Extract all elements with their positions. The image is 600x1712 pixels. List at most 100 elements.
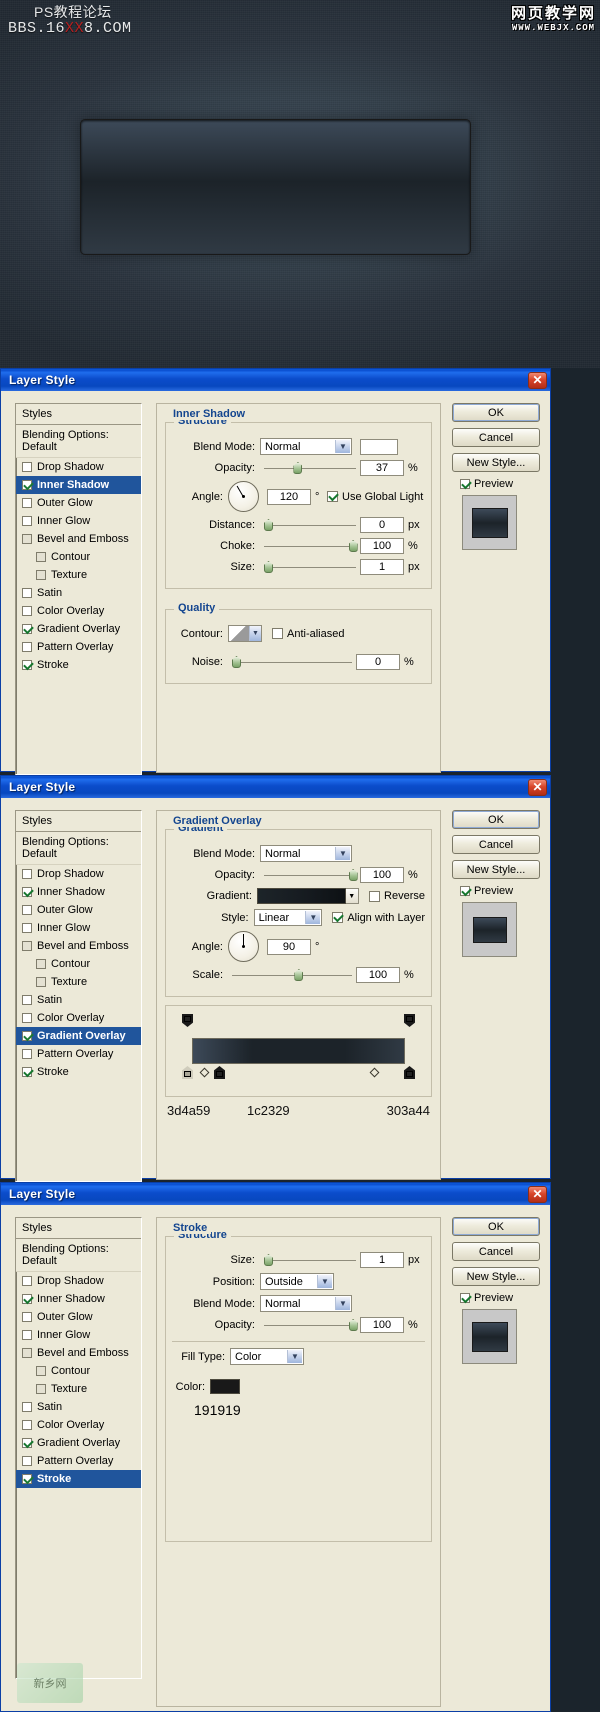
gradient-opacity-stop[interactable]	[404, 1014, 415, 1027]
cancel-button[interactable]: Cancel	[452, 428, 540, 447]
checkbox-icon[interactable]	[36, 552, 46, 562]
checkbox-icon[interactable]	[22, 660, 32, 670]
checkbox-icon[interactable]	[22, 1474, 32, 1484]
noise-input[interactable]: 0	[356, 654, 400, 670]
fill-type-select[interactable]: Color ▼	[230, 1348, 304, 1365]
opacity-slider[interactable]	[264, 462, 356, 474]
checkbox-icon[interactable]	[36, 1366, 46, 1376]
checkbox-icon[interactable]	[22, 1067, 32, 1077]
sidebar-item-satin[interactable]: Satin	[16, 584, 141, 602]
gradient-swatch[interactable]	[256, 888, 346, 904]
cancel-button[interactable]: Cancel	[452, 1242, 540, 1261]
chevron-down-icon[interactable]: ▼	[305, 911, 321, 924]
sidebar-item-texture[interactable]: Texture	[16, 1380, 141, 1398]
checkbox-icon[interactable]	[22, 995, 32, 1005]
checkbox-icon[interactable]	[36, 977, 46, 987]
sidebar-item-outer-glow[interactable]: Outer Glow	[16, 1308, 141, 1326]
checkbox-icon[interactable]	[22, 923, 32, 933]
slider-knob[interactable]	[232, 656, 241, 668]
sidebar-item-stroke[interactable]: Stroke	[16, 1470, 141, 1488]
stroke-position-select[interactable]: Outside ▼	[260, 1273, 334, 1290]
noise-slider[interactable]	[232, 656, 352, 668]
checkbox-icon[interactable]	[36, 959, 46, 969]
sidebar-item-pattern-overlay[interactable]: Pattern Overlay	[16, 638, 141, 656]
preview-checkbox[interactable]: Preview	[460, 885, 540, 897]
chevron-down-icon[interactable]: ▼	[335, 847, 350, 860]
sidebar-item-color-overlay[interactable]: Color Overlay	[16, 1009, 141, 1027]
opacity-input[interactable]: 100	[360, 867, 404, 883]
slider-knob[interactable]	[264, 519, 273, 531]
new-style-button[interactable]: New Style...	[452, 860, 540, 879]
checkbox-icon[interactable]	[22, 480, 32, 490]
sidebar-item-drop-shadow[interactable]: Drop Shadow	[16, 865, 141, 883]
dialog2-titlebar[interactable]: Layer Style ✕	[1, 776, 550, 798]
checkbox-icon[interactable]	[22, 1031, 32, 1041]
size-slider[interactable]	[264, 1254, 356, 1266]
stroke-color-swatch[interactable]	[210, 1379, 240, 1394]
sidebar-item-pattern-overlay[interactable]: Pattern Overlay	[16, 1452, 141, 1470]
opacity-input[interactable]: 100	[360, 1317, 404, 1333]
chevron-down-icon[interactable]: ▼	[335, 440, 350, 453]
sidebar-item-blending-options[interactable]: Blending Options: Default	[16, 1239, 141, 1272]
sidebar-item-stroke[interactable]: Stroke	[16, 1063, 141, 1081]
checkbox-icon[interactable]	[272, 628, 283, 639]
checkbox-icon[interactable]	[22, 642, 32, 652]
opacity-slider[interactable]	[264, 1319, 358, 1331]
checkbox-icon[interactable]	[36, 570, 46, 580]
distance-slider[interactable]	[264, 519, 356, 531]
styles-list-1[interactable]: Styles Blending Options: Default Drop Sh…	[15, 403, 142, 775]
sidebar-item-inner-glow[interactable]: Inner Glow	[16, 919, 141, 937]
size-slider[interactable]	[264, 561, 356, 573]
sidebar-item-bevel-and-emboss[interactable]: Bevel and Emboss	[16, 1344, 141, 1362]
sidebar-item-blending-options[interactable]: Blending Options: Default	[16, 425, 141, 458]
checkbox-icon[interactable]	[22, 1330, 32, 1340]
sidebar-item-stroke[interactable]: Stroke	[16, 656, 141, 674]
close-icon[interactable]: ✕	[528, 371, 547, 389]
checkbox-icon[interactable]	[22, 1276, 32, 1286]
checkbox-icon[interactable]	[327, 491, 338, 502]
sidebar-item-inner-shadow[interactable]: Inner Shadow	[16, 476, 141, 494]
cancel-button[interactable]: Cancel	[452, 835, 540, 854]
checkbox-icon[interactable]	[22, 498, 32, 508]
slider-knob[interactable]	[294, 969, 304, 981]
contour-preset-select[interactable]: ▼	[228, 625, 262, 642]
gradient-midpoint-1[interactable]	[199, 1067, 210, 1078]
sidebar-item-color-overlay[interactable]: Color Overlay	[16, 1416, 141, 1434]
align-with-layer-checkbox[interactable]: Align with Layer	[332, 912, 425, 924]
angle-dial[interactable]	[228, 931, 259, 962]
scale-input[interactable]: 100	[356, 967, 400, 983]
sidebar-item-satin[interactable]: Satin	[16, 1398, 141, 1416]
gradient-preset-dropdown[interactable]: ▼	[345, 888, 360, 904]
slider-knob[interactable]	[264, 1254, 273, 1266]
slider-knob[interactable]	[264, 561, 273, 573]
checkbox-icon[interactable]	[22, 887, 32, 897]
checkbox-icon[interactable]	[22, 534, 32, 544]
sidebar-item-contour[interactable]: Contour	[16, 955, 141, 973]
checkbox-icon[interactable]	[22, 1049, 32, 1059]
sidebar-item-drop-shadow[interactable]: Drop Shadow	[16, 1272, 141, 1290]
checkbox-icon[interactable]	[332, 912, 344, 923]
gradient-editor-strip[interactable]	[165, 1005, 432, 1097]
checkbox-icon[interactable]	[22, 516, 32, 526]
checkbox-icon[interactable]	[22, 1402, 32, 1412]
new-style-button[interactable]: New Style...	[452, 453, 540, 472]
ok-button[interactable]: OK	[452, 403, 540, 422]
sidebar-item-inner-glow[interactable]: Inner Glow	[16, 1326, 141, 1344]
choke-input[interactable]: 100	[360, 538, 404, 554]
scale-slider[interactable]	[232, 969, 352, 981]
sidebar-item-blending-options[interactable]: Blending Options: Default	[16, 832, 141, 865]
sidebar-item-inner-glow[interactable]: Inner Glow	[16, 512, 141, 530]
angle-dial[interactable]	[228, 481, 259, 512]
slider-knob[interactable]	[293, 462, 303, 474]
checkbox-icon[interactable]	[22, 1294, 32, 1304]
checkbox-icon[interactable]	[22, 905, 32, 915]
anti-aliased-checkbox[interactable]: Anti-aliased	[272, 628, 344, 640]
reverse-checkbox[interactable]: Reverse	[369, 890, 425, 902]
sidebar-item-bevel-and-emboss[interactable]: Bevel and Emboss	[16, 937, 141, 955]
checkbox-icon[interactable]	[22, 624, 32, 634]
gradient-color-stop-2[interactable]	[214, 1066, 225, 1079]
checkbox-icon[interactable]	[22, 462, 32, 472]
use-global-light-checkbox[interactable]: Use Global Light	[327, 491, 423, 503]
checkbox-icon[interactable]	[22, 1438, 32, 1448]
angle-input[interactable]: 120	[267, 488, 311, 505]
